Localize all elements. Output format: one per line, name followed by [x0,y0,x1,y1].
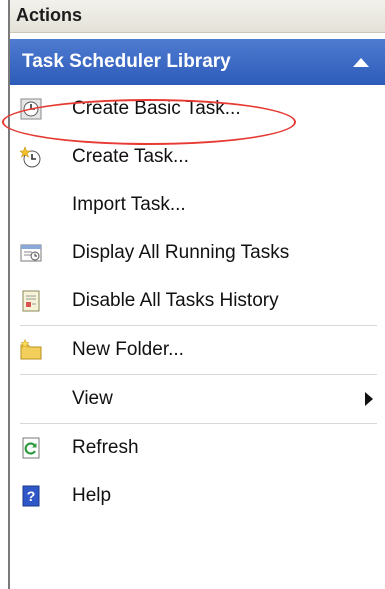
help-item[interactable]: ? Help [10,472,385,520]
history-icon [20,290,42,312]
section-title: Task Scheduler Library [22,51,231,72]
blank-icon [20,388,42,410]
disable-tasks-history-item[interactable]: Disable All Tasks History [10,277,385,325]
display-running-tasks-item[interactable]: Display All Running Tasks [10,229,385,277]
item-label: Display All Running Tasks [72,242,290,263]
pane-title: Actions [10,0,385,33]
clock-icon [20,98,42,120]
create-basic-task-item[interactable]: Create Basic Task... [10,85,385,133]
item-label: Help [72,485,112,506]
item-label: Refresh [72,437,139,458]
actions-pane: Actions Task Scheduler Library Create Ba… [8,0,385,589]
item-label: New Folder... [72,339,184,360]
new-folder-item[interactable]: New Folder... [10,326,385,374]
blank-icon [20,194,42,216]
item-label: Create Basic Task... [72,98,241,119]
import-task-item[interactable]: Import Task... [10,181,385,229]
actions-list: Create Basic Task... Create Task... Impo… [10,85,385,520]
item-label: Create Task... [72,146,189,167]
refresh-icon [20,437,42,459]
help-icon: ? [20,485,42,507]
svg-text:?: ? [27,488,36,504]
view-item[interactable]: View [10,375,385,423]
submenu-arrow-icon [365,392,373,406]
item-label: Import Task... [72,194,186,215]
create-task-item[interactable]: Create Task... [10,133,385,181]
clock-star-icon [20,146,42,168]
running-tasks-icon [20,242,42,264]
collapse-icon[interactable] [353,58,369,67]
task-scheduler-library-header[interactable]: Task Scheduler Library [10,39,385,85]
item-label: Disable All Tasks History [72,290,279,311]
item-label: View [72,388,113,409]
new-folder-icon [20,339,42,361]
refresh-item[interactable]: Refresh [10,424,385,472]
